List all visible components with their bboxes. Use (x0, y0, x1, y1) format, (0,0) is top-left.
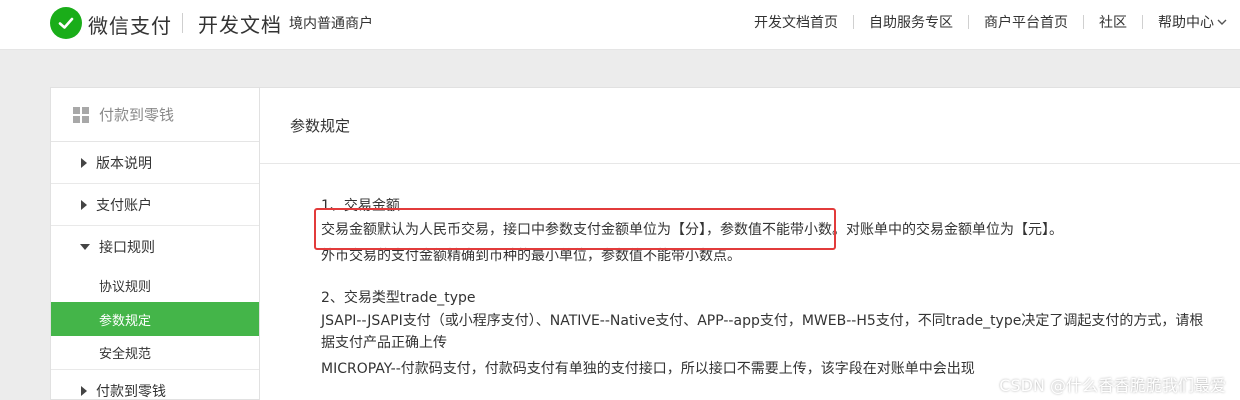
sidebar-item-account[interactable]: 支付账户 (51, 184, 259, 226)
sidebar-subitem-params[interactable]: 参数规定 (51, 302, 259, 336)
sidebar-item-version[interactable]: 版本说明 (51, 142, 259, 184)
paragraph-line: JSAPI--JSAPI支付（或小程序支付）、NATIVE--Native支付、… (321, 313, 1204, 329)
sidebar-item-api-rules[interactable]: 接口规则 (51, 226, 259, 268)
sidebar-header: 付款到零钱 (51, 88, 259, 142)
grid-icon (73, 106, 89, 123)
section-heading: 2、交易类型trade_type (321, 290, 476, 306)
sidebar-item-label: 版本说明 (96, 155, 152, 172)
docs-title[interactable]: 开发文档 (198, 9, 282, 38)
sidebar-subitem-security[interactable]: 安全规范 (51, 336, 259, 370)
caret-right-icon (81, 199, 87, 210)
sidebar-item-label: 接口规则 (99, 240, 155, 256)
article-body: 1、交易金额 交易金额默认为人民币交易，接口中参数支付金额单位为【分】，参数值不… (321, 0, 1221, 400)
checkmark-icon (58, 17, 74, 29)
wechat-pay-logo-icon[interactable] (50, 7, 82, 39)
caret-right-icon (81, 385, 87, 396)
sidebar-item-transfer[interactable]: 付款到零钱 (51, 370, 259, 400)
paragraph-line: MICROPAY--付款码支付，付款码支付有单独的支付接口，所以接口不需要上传，… (321, 361, 975, 377)
header-divider (182, 13, 183, 33)
sidebar: 付款到零钱 版本说明 支付账户 接口规则 协议规则 参数规定 安全规范 付款到零… (50, 87, 260, 400)
red-highlight-annotation (314, 208, 836, 250)
sidebar-subitem-protocol[interactable]: 协议规则 (51, 268, 259, 302)
brand-name[interactable]: 微信支付 (88, 10, 172, 39)
csdn-watermark: CSDN @什么香香脆脆我们最爱 (999, 376, 1226, 395)
sidebar-item-label: 付款到零钱 (96, 383, 166, 400)
sidebar-item-label: 支付账户 (96, 197, 152, 214)
caret-down-icon (80, 244, 90, 250)
caret-right-icon (81, 157, 87, 168)
paragraph-line: 据支付产品正确上传 (321, 335, 447, 351)
sidebar-header-label: 付款到零钱 (99, 106, 175, 124)
